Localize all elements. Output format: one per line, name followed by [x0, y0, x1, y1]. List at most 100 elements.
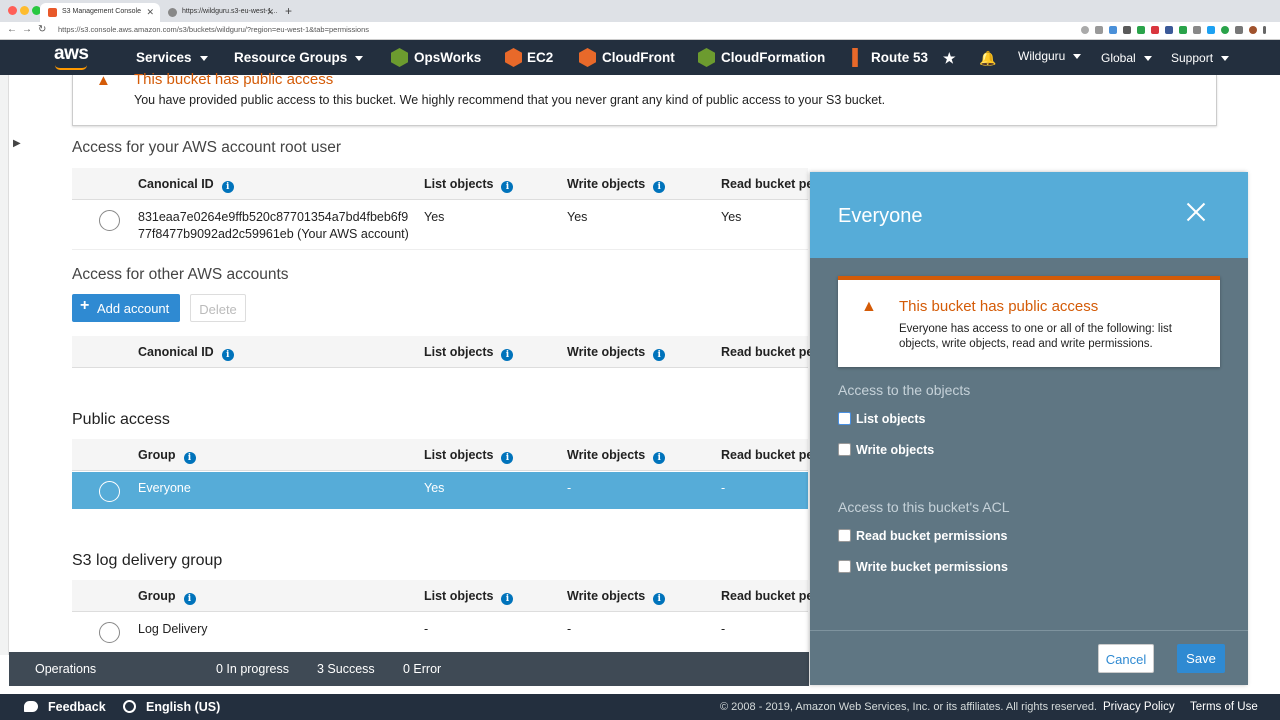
privacy-policy-link[interactable]: Privacy Policy: [1103, 701, 1175, 713]
expand-sidebar-icon[interactable]: ▶: [13, 138, 21, 149]
close-window-button[interactable]: [8, 6, 17, 15]
cell-group: Log Delivery: [138, 622, 208, 636]
acl-section-label: Access to this bucket's ACL: [838, 499, 1010, 515]
info-icon[interactable]: i: [653, 593, 666, 605]
checkbox-box[interactable]: [838, 560, 851, 573]
chevron-down-icon: [355, 55, 364, 61]
info-icon[interactable]: i: [501, 349, 514, 361]
checkbox-box[interactable]: [838, 529, 851, 542]
extension-icon[interactable]: [1235, 26, 1243, 34]
profile-avatar-icon[interactable]: [1249, 26, 1257, 34]
info-icon[interactable]: i: [221, 349, 234, 361]
extension-icon[interactable]: [1109, 26, 1117, 34]
menu-icon[interactable]: [1263, 26, 1266, 34]
save-button[interactable]: Save: [1177, 644, 1225, 673]
table-row-everyone[interactable]: Everyone Yes - -: [72, 472, 808, 509]
support-menu[interactable]: Support: [1171, 51, 1230, 65]
header-label: Write objects: [567, 589, 646, 603]
header-write-objects: Write objects i: [567, 448, 666, 464]
info-icon[interactable]: i: [653, 181, 666, 193]
extension-icon[interactable]: [1151, 26, 1159, 34]
row-radio[interactable]: [99, 622, 120, 643]
info-icon[interactable]: i: [501, 593, 514, 605]
read-permissions-checkbox[interactable]: Read bucket permissions: [838, 529, 1007, 543]
minimize-window-button[interactable]: [20, 6, 29, 15]
info-icon[interactable]: i: [501, 452, 514, 464]
list-objects-checkbox[interactable]: List objects: [838, 412, 925, 426]
services-menu[interactable]: Services: [136, 50, 208, 65]
aws-logo[interactable]: aws: [54, 43, 89, 65]
info-icon[interactable]: i: [221, 181, 234, 193]
region-label: Global: [1101, 51, 1136, 65]
shortcut-cloudfront[interactable]: CloudFront: [602, 50, 675, 65]
checkbox-box[interactable]: [838, 443, 851, 456]
info-icon[interactable]: i: [183, 593, 196, 605]
extension-icon[interactable]: [1165, 26, 1173, 34]
close-tab-icon[interactable]: ✕: [146, 7, 154, 18]
add-account-button[interactable]: + Add account: [72, 294, 180, 322]
copyright-text: © 2008 - 2019, Amazon Web Services, Inc.…: [720, 701, 1097, 713]
delete-button[interactable]: Delete: [190, 294, 246, 322]
write-objects-checkbox[interactable]: Write objects: [838, 443, 934, 457]
objects-section-label: Access to the objects: [838, 382, 971, 398]
region-menu[interactable]: Global: [1101, 51, 1152, 65]
info-icon[interactable]: i: [183, 452, 196, 464]
new-tab-button[interactable]: +: [285, 4, 292, 18]
resource-groups-menu[interactable]: Resource Groups: [234, 50, 364, 65]
close-tab-icon[interactable]: ✕: [266, 7, 274, 18]
url-field[interactable]: https://s3.console.aws.amazon.com/s3/buc…: [58, 25, 369, 34]
shortcut-ec2[interactable]: EC2: [527, 50, 553, 65]
warning-icon: ▲: [96, 72, 111, 89]
write-permissions-checkbox[interactable]: Write bucket permissions: [838, 560, 1008, 574]
shortcut-cloudformation[interactable]: CloudFormation: [721, 50, 825, 65]
back-icon[interactable]: ←: [7, 24, 17, 35]
cell-read-bucket: Yes: [721, 210, 742, 224]
table-row-log-delivery[interactable]: Log Delivery - - -: [72, 613, 808, 651]
language-selector[interactable]: English (US): [123, 700, 220, 714]
account-menu[interactable]: Wildguru: [1018, 49, 1082, 63]
row-radio[interactable]: [99, 210, 120, 231]
extension-icon[interactable]: [1123, 26, 1131, 34]
bookmark-star-icon[interactable]: [1095, 26, 1103, 34]
extension-icon[interactable]: [1207, 26, 1215, 34]
cancel-button[interactable]: Cancel: [1098, 644, 1154, 673]
add-account-label: Add account: [97, 301, 170, 316]
close-icon[interactable]: [1184, 200, 1208, 224]
forward-icon[interactable]: →: [22, 24, 32, 35]
cell-write-objects: Yes: [567, 210, 588, 224]
bell-icon[interactable]: 🔔: [979, 50, 996, 67]
info-icon[interactable]: i: [653, 452, 666, 464]
search-icon[interactable]: [1081, 26, 1089, 34]
info-icon[interactable]: i: [653, 349, 666, 361]
extension-icon[interactable]: [1179, 26, 1187, 34]
table-row[interactable]: 831eaa7e0264e9ffb520c87701354a7bd4fbeb6f…: [72, 200, 808, 250]
pin-icon[interactable]: ★: [943, 50, 956, 67]
extension-icon[interactable]: [1221, 26, 1229, 34]
header-read-bucket: Read bucket pe: [721, 448, 814, 462]
operations-bar[interactable]: Operations 0 In progress 3 Success 0 Err…: [9, 652, 809, 686]
reload-icon[interactable]: ↻: [38, 24, 46, 35]
shortcut-opsworks[interactable]: OpsWorks: [414, 50, 481, 65]
public-access-section-title: Public access: [72, 411, 170, 428]
row-radio[interactable]: [99, 481, 120, 502]
extension-icon[interactable]: [1193, 26, 1201, 34]
panel-title: Everyone: [838, 205, 923, 227]
shortcut-route53[interactable]: Route 53: [871, 50, 928, 65]
checkbox-box[interactable]: [838, 412, 851, 425]
extension-icon[interactable]: [1137, 26, 1145, 34]
chevron-down-icon: [1221, 56, 1230, 62]
header-write-objects: Write objects i: [567, 177, 666, 193]
cell-list-objects: Yes: [424, 210, 445, 224]
browser-tab-bucket[interactable]: https://wildguru.s3-eu-west-1... ✕: [160, 3, 280, 22]
info-icon[interactable]: i: [501, 181, 514, 193]
write-objects-label: Write objects: [856, 443, 935, 457]
plus-icon: +: [80, 297, 90, 314]
terms-of-use-link[interactable]: Terms of Use: [1190, 701, 1258, 713]
header-label: List objects: [424, 589, 494, 603]
browser-tab-s3[interactable]: S3 Management Console ✕: [40, 3, 160, 22]
panel-divider: [810, 630, 1248, 631]
feedback-link[interactable]: Feedback: [24, 700, 106, 714]
header-write-objects: Write objects i: [567, 345, 666, 361]
header-read-bucket: Read bucket pe: [721, 177, 814, 191]
header-label: Group: [138, 448, 176, 462]
